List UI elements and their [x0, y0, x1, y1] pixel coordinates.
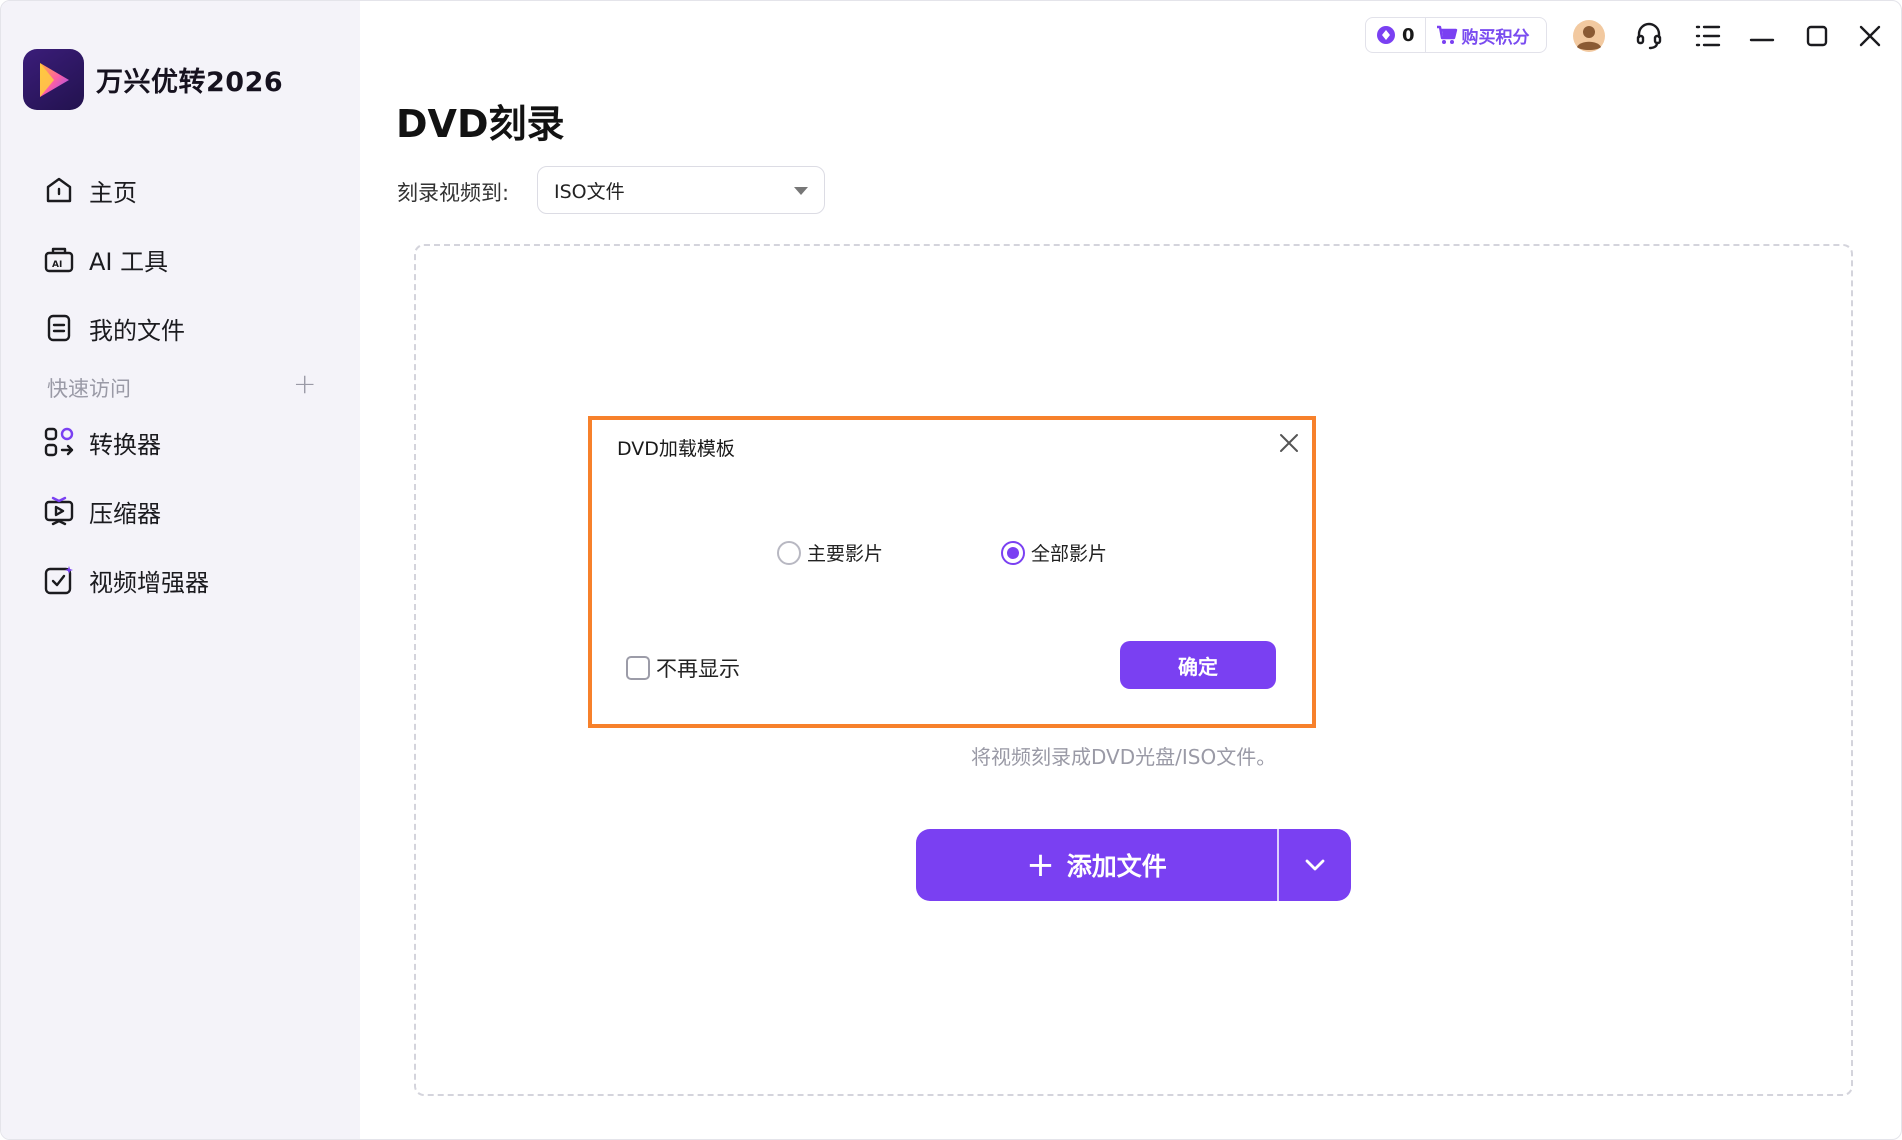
- cart-icon: [1436, 25, 1457, 44]
- brand: 万兴优转2026: [23, 49, 283, 110]
- sidebar: 万兴优转2026 主页 AI AI 工具 我的文件 快速访问 + 转换器 压缩器…: [1, 1, 360, 1139]
- add-files-button[interactable]: + 添加文件: [916, 829, 1277, 901]
- add-files-divider: [1277, 829, 1279, 901]
- file-icon: [41, 310, 77, 346]
- sidebar-item-converter[interactable]: 转换器: [41, 417, 161, 467]
- svg-text:AI: AI: [52, 260, 62, 270]
- points-divider: [1424, 17, 1426, 53]
- add-files-label: 添加文件: [1066, 852, 1167, 881]
- points-widget: 0 购买积分: [1365, 17, 1547, 53]
- sidebar-item-compressor[interactable]: 压缩器: [41, 486, 161, 536]
- checkbox[interactable]: [626, 656, 650, 680]
- support-headset-icon[interactable]: [1632, 19, 1666, 53]
- sidebar-item-label: 视频增强器: [89, 568, 209, 597]
- radio-button-selected[interactable]: [1001, 540, 1025, 565]
- ai-toolbox-icon: AI: [41, 241, 77, 277]
- sidebar-item-label: 转换器: [89, 430, 161, 459]
- converter-icon: [41, 424, 77, 460]
- sidebar-item-home[interactable]: 主页: [41, 165, 137, 215]
- sidebar-item-video-enhancer[interactable]: 视频增强器: [41, 555, 209, 605]
- burn-to-label: 刻录视频到:: [397, 181, 510, 205]
- avatar[interactable]: [1572, 19, 1606, 53]
- radio-all-movies[interactable]: 全部影片: [1001, 539, 1107, 566]
- video-enhancer-icon: [41, 562, 77, 598]
- close-icon: [1280, 434, 1298, 452]
- points-count: 0: [1402, 24, 1415, 46]
- dont-show-again-checkbox[interactable]: 不再显示: [626, 653, 740, 683]
- points-gem-icon: [1376, 25, 1396, 45]
- app-name: 万兴优转2026: [96, 67, 284, 98]
- chevron-down-icon: [794, 187, 808, 195]
- radio-main-movie[interactable]: 主要影片: [777, 539, 883, 566]
- sidebar-item-ai-tools[interactable]: AI AI 工具: [41, 234, 168, 284]
- plus-icon: +: [1026, 845, 1055, 885]
- app-logo: [23, 49, 84, 110]
- sidebar-item-label: 主页: [89, 178, 137, 207]
- dialog-title: DVD加载模板: [617, 438, 735, 460]
- minimize-icon[interactable]: [1745, 19, 1779, 53]
- quick-access-add-button[interactable]: +: [293, 367, 316, 400]
- radio-label: 全部影片: [1031, 543, 1108, 565]
- dont-show-label: 不再显示: [656, 657, 740, 681]
- sidebar-item-label: AI 工具: [89, 247, 169, 276]
- sidebar-item-label: 压缩器: [89, 499, 161, 528]
- sidebar-item-my-files[interactable]: 我的文件: [41, 303, 185, 353]
- buy-points-button[interactable]: 购买积分: [1436, 23, 1530, 48]
- compressor-icon: [41, 493, 77, 529]
- add-files-dropdown-button[interactable]: [1279, 829, 1351, 901]
- app-window: 万兴优转2026 主页 AI AI 工具 我的文件 快速访问 + 转换器 压缩器…: [0, 0, 1902, 1140]
- confirm-button[interactable]: 确定: [1120, 641, 1276, 689]
- buy-points-label: 购买积分: [1461, 27, 1530, 48]
- dialog-close-button[interactable]: [1275, 429, 1303, 457]
- chevron-down-icon: [1305, 859, 1325, 871]
- drop-hint: 将视频刻录成DVD光盘/ISO文件。: [971, 745, 1277, 769]
- radio-button[interactable]: [777, 540, 801, 565]
- sidebar-item-label: 我的文件: [89, 316, 185, 345]
- quick-access-label: 快速访问: [47, 377, 131, 401]
- maximize-icon[interactable]: [1800, 19, 1834, 53]
- page-title: DVD刻录: [396, 102, 565, 146]
- menu-list-icon[interactable]: [1691, 19, 1725, 53]
- add-files-button-group: + 添加文件: [916, 829, 1351, 901]
- close-window-icon[interactable]: [1853, 19, 1887, 53]
- home-icon: [41, 172, 77, 208]
- burn-target-value: ISO文件: [554, 180, 625, 203]
- burn-target-select[interactable]: ISO文件: [537, 166, 825, 214]
- radio-label: 主要影片: [807, 543, 884, 565]
